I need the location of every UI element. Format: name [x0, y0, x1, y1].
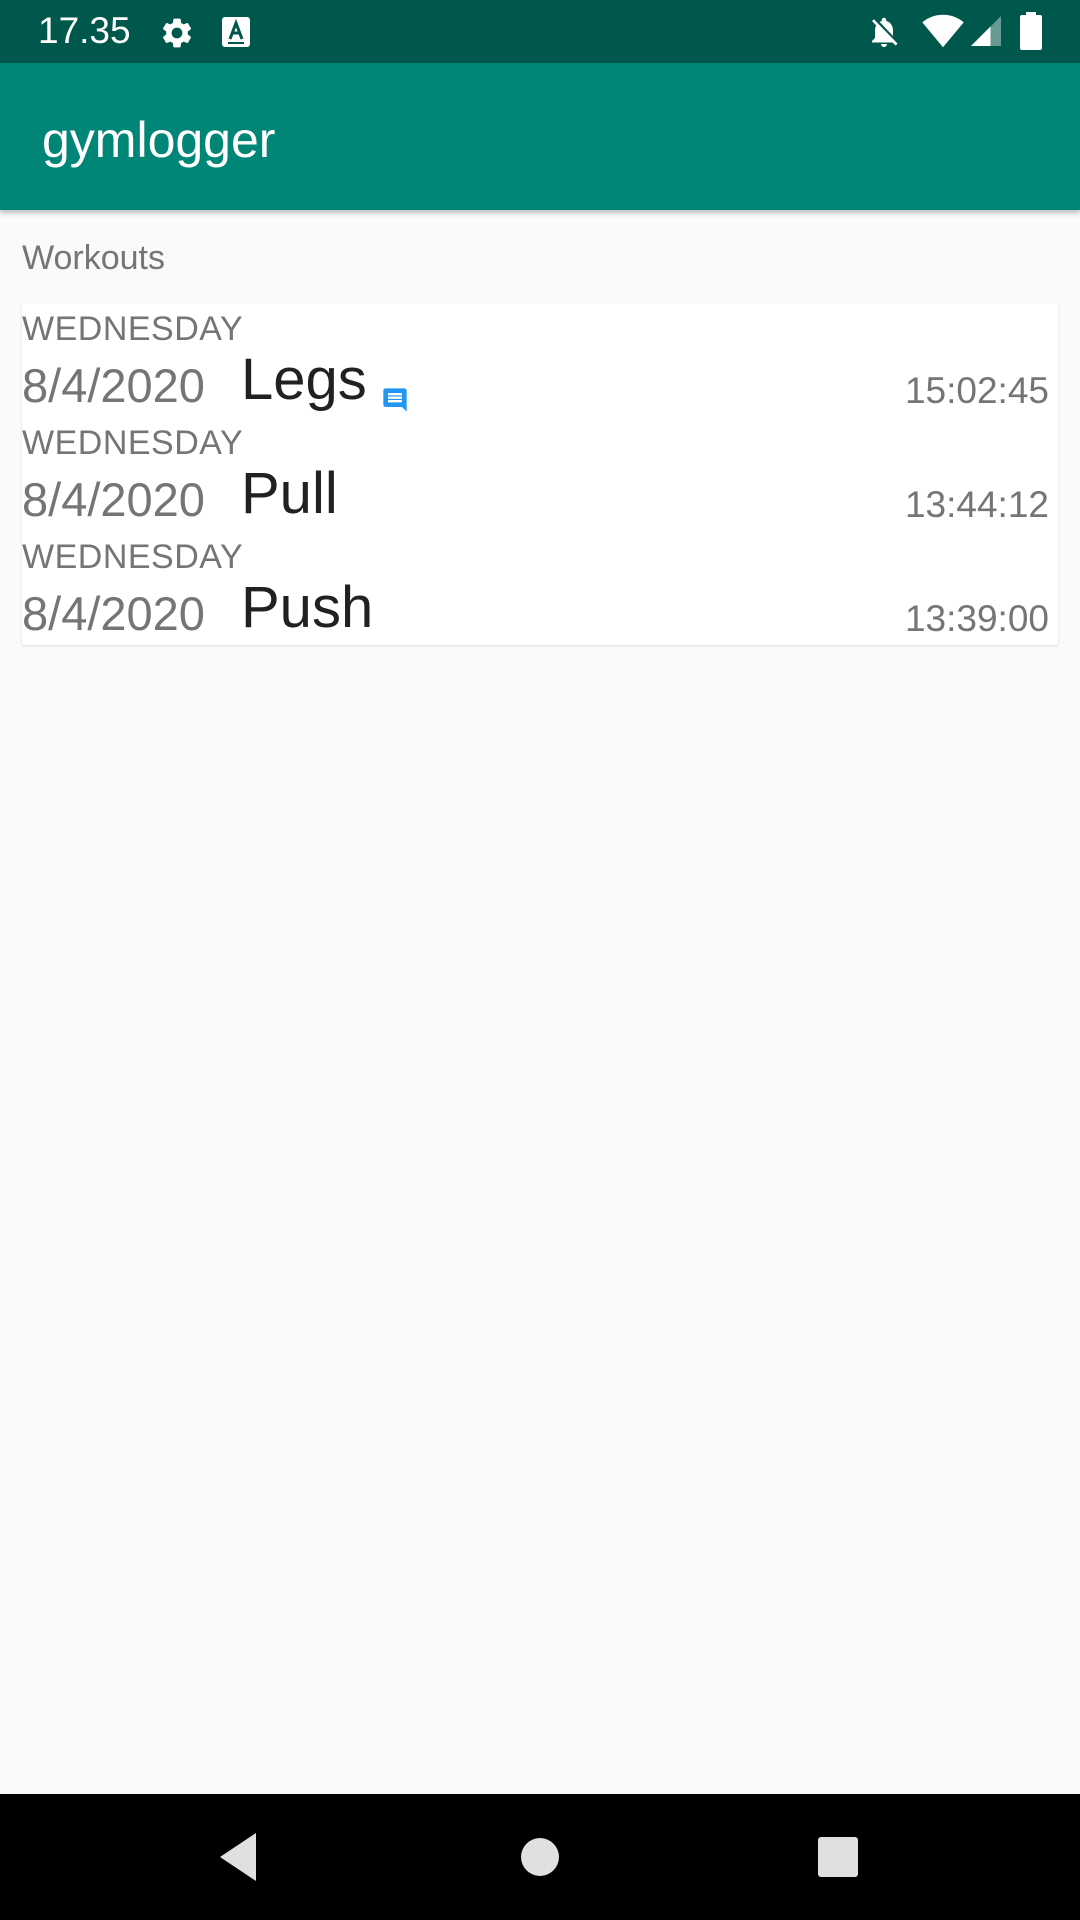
notifications-off-icon: [866, 13, 902, 56]
status-bar: 17.35: [0, 0, 1080, 63]
workout-row[interactable]: WEDNESDAY 8/4/2020 Pull 13:44:12: [22, 417, 1058, 531]
workout-name: Pull: [241, 461, 338, 526]
workout-date: 8/4/2020: [22, 359, 205, 412]
comment-icon: [381, 386, 409, 414]
workout-list: WEDNESDAY 8/4/2020 Legs 15:02:45 WEDNESD…: [22, 303, 1058, 645]
battery-icon: [1020, 12, 1042, 55]
status-time: 17.35: [38, 10, 131, 51]
workout-name: Push: [241, 575, 374, 640]
workout-day: WEDNESDAY: [22, 310, 244, 348]
workout-time: 15:02:45: [904, 370, 1049, 411]
workout-day: WEDNESDAY: [22, 424, 244, 462]
recents-icon[interactable]: [804, 1823, 872, 1891]
section-label: Workouts: [22, 239, 165, 277]
home-icon[interactable]: [506, 1823, 574, 1891]
workout-date: 8/4/2020: [22, 473, 205, 526]
signal-icon: [968, 13, 1004, 54]
workout-row[interactable]: WEDNESDAY 8/4/2020 Push 13:39:00: [22, 531, 1058, 645]
workout-row[interactable]: WEDNESDAY 8/4/2020 Legs 15:02:45: [22, 303, 1058, 417]
back-icon[interactable]: [204, 1823, 272, 1891]
app-title: gymlogger: [42, 112, 276, 168]
workout-day: WEDNESDAY: [22, 538, 244, 576]
a-keyboard-icon: [222, 17, 250, 52]
workout-time: 13:44:12: [904, 484, 1049, 525]
workout-name: Legs: [241, 347, 367, 412]
workout-time: 13:39:00: [904, 598, 1049, 639]
workout-date: 8/4/2020: [22, 587, 205, 640]
gear-icon: [159, 15, 195, 56]
navigation-bar: [0, 1794, 1080, 1920]
app-bar: gymlogger: [0, 63, 1080, 210]
wifi-icon: [921, 13, 965, 54]
